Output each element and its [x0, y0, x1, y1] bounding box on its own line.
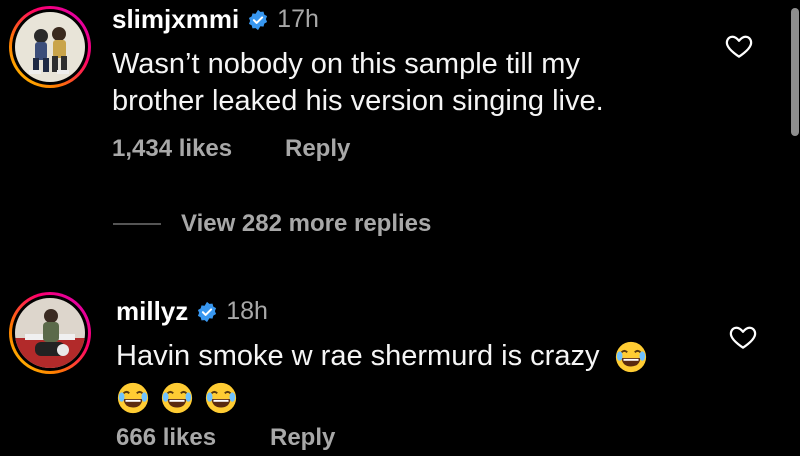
timestamp: 18h: [226, 297, 268, 325]
comment-2: millyz 18h Havin smoke w rae shermurd is…: [0, 290, 790, 456]
timestamp: 17h: [277, 5, 319, 33]
avatar-photo: [15, 12, 85, 82]
like-count[interactable]: 666 likes: [116, 424, 216, 452]
avatar[interactable]: [9, 6, 91, 88]
laughing-emoji-icon: [206, 383, 237, 414]
view-more-replies[interactable]: View 282 more replies: [113, 210, 431, 238]
comment-text: Havin smoke w rae shermurd is crazy: [116, 338, 648, 416]
username[interactable]: millyz: [116, 296, 188, 327]
replies-divider: [113, 223, 161, 225]
reply-button[interactable]: Reply: [285, 135, 350, 163]
reply-button[interactable]: Reply: [270, 424, 335, 452]
heart-icon[interactable]: [724, 31, 754, 61]
verified-badge-icon: [249, 9, 268, 30]
like-count[interactable]: 1,434 likes: [112, 135, 232, 163]
username[interactable]: slimjxmmi: [112, 4, 239, 35]
avatar[interactable]: [9, 292, 91, 374]
comment-header: slimjxmmi 17h: [112, 4, 319, 35]
comment-line-1: Havin smoke w rae shermurd is crazy: [116, 338, 648, 375]
laughing-emoji-icon: [615, 342, 646, 373]
verified-badge-icon: [198, 301, 217, 322]
heart-icon[interactable]: [728, 322, 758, 352]
comment-header: millyz 18h: [116, 296, 268, 327]
comment-text: Wasn’t nobody on this sample till my bro…: [112, 48, 604, 117]
laughing-emoji-icon: [161, 383, 193, 414]
avatar-photo: [15, 298, 85, 368]
comment-1: slimjxmmi 17h Wasn’t nobody on this samp…: [0, 0, 790, 180]
comment-line-2: [116, 379, 648, 416]
view-more-replies-label[interactable]: View 282 more replies: [181, 210, 431, 238]
laughing-emoji-icon: [117, 383, 149, 414]
scrollbar[interactable]: [791, 8, 799, 136]
